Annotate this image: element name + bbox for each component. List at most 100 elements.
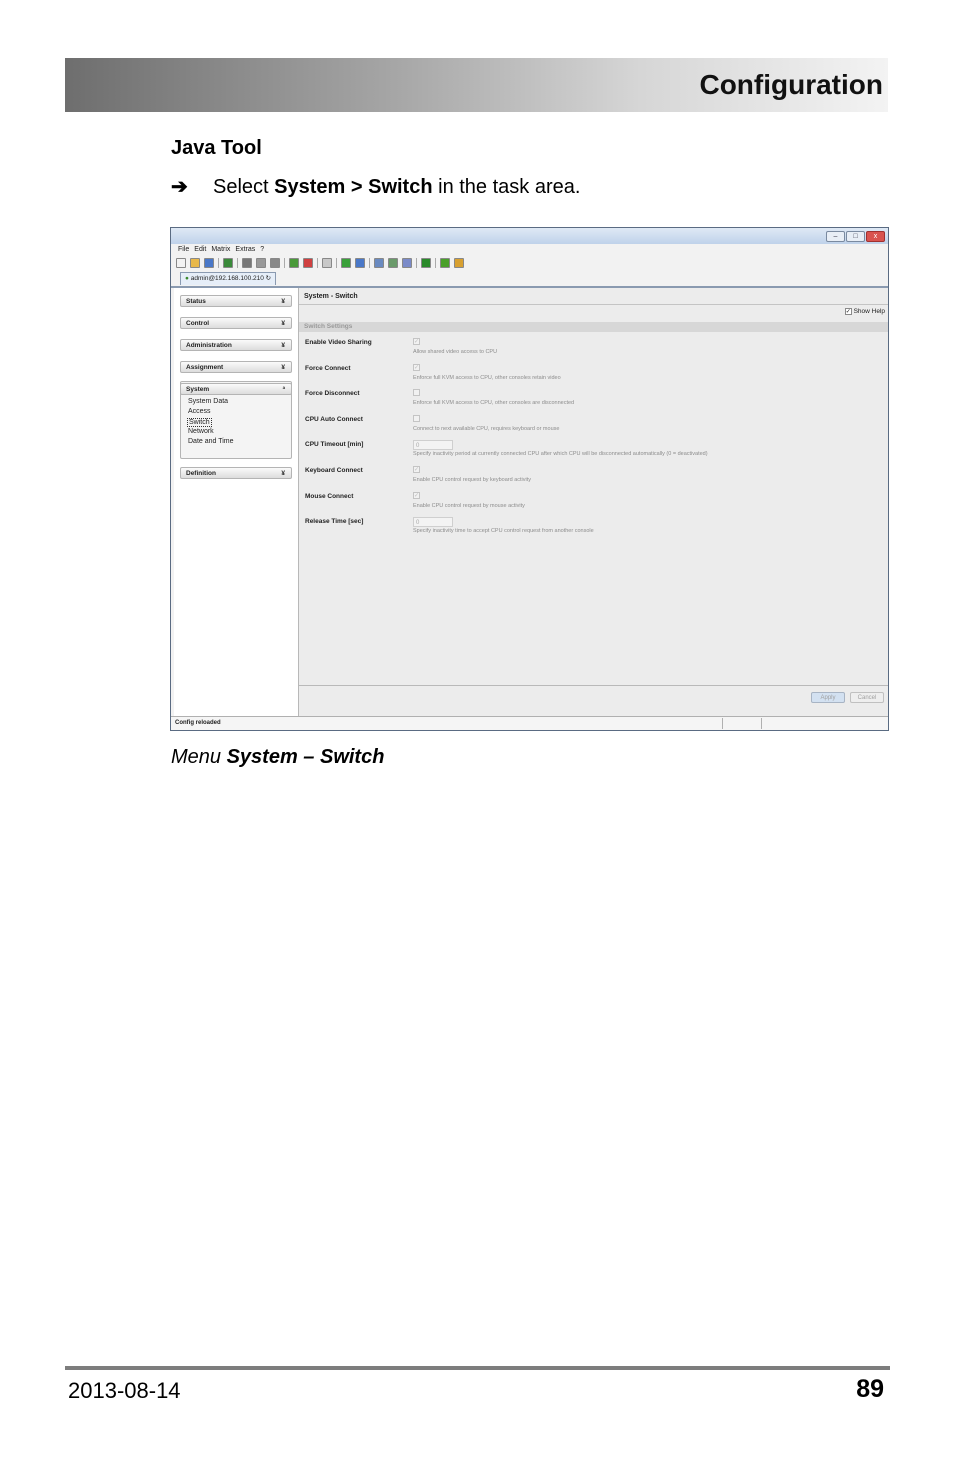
setting-label: CPU Timeout [min] <box>305 441 364 449</box>
sidebar-section-label: Status <box>186 298 206 305</box>
sidebar-section[interactable]: Control ¥ <box>180 317 292 329</box>
sidebar-section-label: Administration <box>186 342 232 349</box>
sidebar-section[interactable]: System ª <box>180 383 292 395</box>
sidebar-section[interactable]: Assignment ¥ <box>180 361 292 373</box>
tab-label: admin@192.168.100.210 <box>190 275 264 282</box>
show-help-toggle[interactable]: ✓ Show Help <box>844 308 885 315</box>
chevron-icon: ¥ <box>281 298 285 305</box>
sidebar-item[interactable]: Date and Time <box>188 438 234 445</box>
page-header-bar: Configuration <box>65 58 888 112</box>
setting-help-text: Enable CPU control request by mouse acti… <box>413 502 525 509</box>
sidebar-item[interactable]: System Data <box>188 398 228 405</box>
toolbar-icon[interactable] <box>270 258 280 268</box>
setting-help-text: Enforce full KVM access to CPU, other co… <box>413 374 561 381</box>
number-field[interactable]: 0 <box>413 517 453 528</box>
toolbar-icon[interactable] <box>223 258 233 268</box>
setting-help-text: Enforce full KVM access to CPU, other co… <box>413 400 575 407</box>
menu-item[interactable]: File <box>178 246 189 253</box>
status-text: Config reloaded <box>175 720 221 726</box>
toolbar-icon[interactable] <box>355 258 365 268</box>
toolbar-icon[interactable] <box>190 258 200 268</box>
sidebar-section-label: Definition <box>186 470 216 477</box>
sidebar-section[interactable]: Definition ¥ <box>180 467 292 479</box>
toolbar-icon[interactable] <box>402 258 412 268</box>
footer-date: 2013-08-14 <box>68 1378 181 1403</box>
arrow-icon: ➔ <box>171 176 188 198</box>
close-button[interactable]: x <box>866 231 885 242</box>
checkbox-checked-icon[interactable]: ✓ <box>413 363 420 371</box>
toolbar-separator <box>336 258 337 268</box>
setting-control[interactable] <box>413 414 420 422</box>
toolbar-separator <box>218 258 219 268</box>
window-titlebar: – □ x <box>171 228 888 244</box>
toolbar-icon[interactable] <box>454 258 464 268</box>
instruction-prefix: Select <box>213 176 275 198</box>
menu-item[interactable]: Matrix <box>211 246 230 253</box>
setting-label: Force Disconnect <box>305 390 360 398</box>
button-bar-divider <box>299 685 888 686</box>
toolbar-separator <box>435 258 436 268</box>
setting-label: Force Connect <box>305 364 351 372</box>
menu-item[interactable]: Extras <box>235 246 255 253</box>
content-panel: System - Switch ✓ Show Help Switch Setti… <box>299 288 888 716</box>
checkbox-checked-icon[interactable]: ✓ <box>413 491 420 499</box>
setting-control[interactable]: ✓ <box>413 363 420 371</box>
checkbox-unchecked-icon[interactable] <box>413 389 420 397</box>
toolbar-icon[interactable] <box>341 258 351 268</box>
toolbar-icon[interactable] <box>289 258 299 268</box>
content-title: System - Switch <box>304 293 358 300</box>
refresh-icon[interactable]: ↻ <box>266 275 271 282</box>
setting-control[interactable]: ✓ <box>413 466 420 473</box>
sidebar-item[interactable]: Access <box>188 408 211 415</box>
toolbar-separator <box>369 258 370 268</box>
status-bar: Config reloaded <box>171 716 888 730</box>
setting-control[interactable]: 0 <box>413 517 453 528</box>
setting-control[interactable]: ✓ <box>413 491 420 499</box>
setting-row: CPU Auto Connect Connect to next availabl… <box>299 414 888 440</box>
sidebar-section[interactable]: Status ¥ <box>180 295 292 307</box>
checkbox-checked-icon[interactable]: ✓ <box>413 338 420 345</box>
checkbox-checked-icon[interactable]: ✓ <box>413 466 420 473</box>
toolbar-icon[interactable] <box>374 258 384 268</box>
checkbox-unchecked-icon[interactable] <box>413 414 420 422</box>
menu-item[interactable]: Edit <box>194 246 206 253</box>
sidebar-item[interactable]: Switch <box>187 418 212 427</box>
minimize-button[interactable]: – <box>826 231 845 242</box>
sidebar-section-label: System <box>186 386 210 393</box>
toolbar-icon[interactable] <box>440 258 450 268</box>
setting-row: Mouse Connect ✓ Enable CPU control request… <box>299 491 888 517</box>
setting-control[interactable] <box>413 389 420 397</box>
menu-item[interactable]: ? <box>260 246 264 253</box>
toolbar-icon[interactable] <box>303 258 313 268</box>
toolbar-icon[interactable] <box>322 258 332 268</box>
sidebar-item[interactable]: Network <box>188 428 214 435</box>
toolbar-icon[interactable] <box>204 258 214 268</box>
tab-connection[interactable]: ● admin@192.168.100.210 ↻ <box>180 272 277 285</box>
instruction-step: ➔ Select System > Switch in the task area… <box>171 174 580 199</box>
setting-control[interactable]: ✓ <box>413 338 420 345</box>
status-divider <box>722 718 723 729</box>
toolbar-icon[interactable] <box>388 258 398 268</box>
menu-bar: File Edit Matrix Extras? <box>178 246 264 253</box>
toolbar-icon[interactable] <box>242 258 252 268</box>
setting-help-text: Allow shared video access to CPU <box>413 349 498 355</box>
status-divider <box>761 718 762 729</box>
footer-rule <box>65 1366 890 1370</box>
cancel-button[interactable]: Cancel <box>850 692 884 703</box>
setting-control[interactable]: 0 <box>413 440 453 451</box>
setting-label: CPU Auto Connect <box>305 415 363 423</box>
maximize-button[interactable]: □ <box>846 231 865 242</box>
sidebar-section[interactable]: Administration ¥ <box>180 339 292 351</box>
toolbar-icon[interactable] <box>176 258 186 268</box>
toolbar-icon[interactable] <box>421 258 431 268</box>
number-field[interactable]: 0 <box>413 440 453 451</box>
toolbar-icon[interactable] <box>256 258 266 268</box>
chevron-icon: ¥ <box>281 342 285 349</box>
instruction-bold: System > Switch <box>274 176 433 198</box>
setting-label: Release Time [sec] <box>305 518 364 526</box>
apply-button[interactable]: Apply <box>811 692 845 703</box>
setting-label: Enable Video Sharing <box>305 339 372 346</box>
setting-help-text: Specify inactivity time to accept CPU co… <box>413 528 594 535</box>
setting-label: Mouse Connect <box>305 492 354 500</box>
setting-row: CPU Timeout [min] 0 Specify inactivity per… <box>299 440 888 465</box>
